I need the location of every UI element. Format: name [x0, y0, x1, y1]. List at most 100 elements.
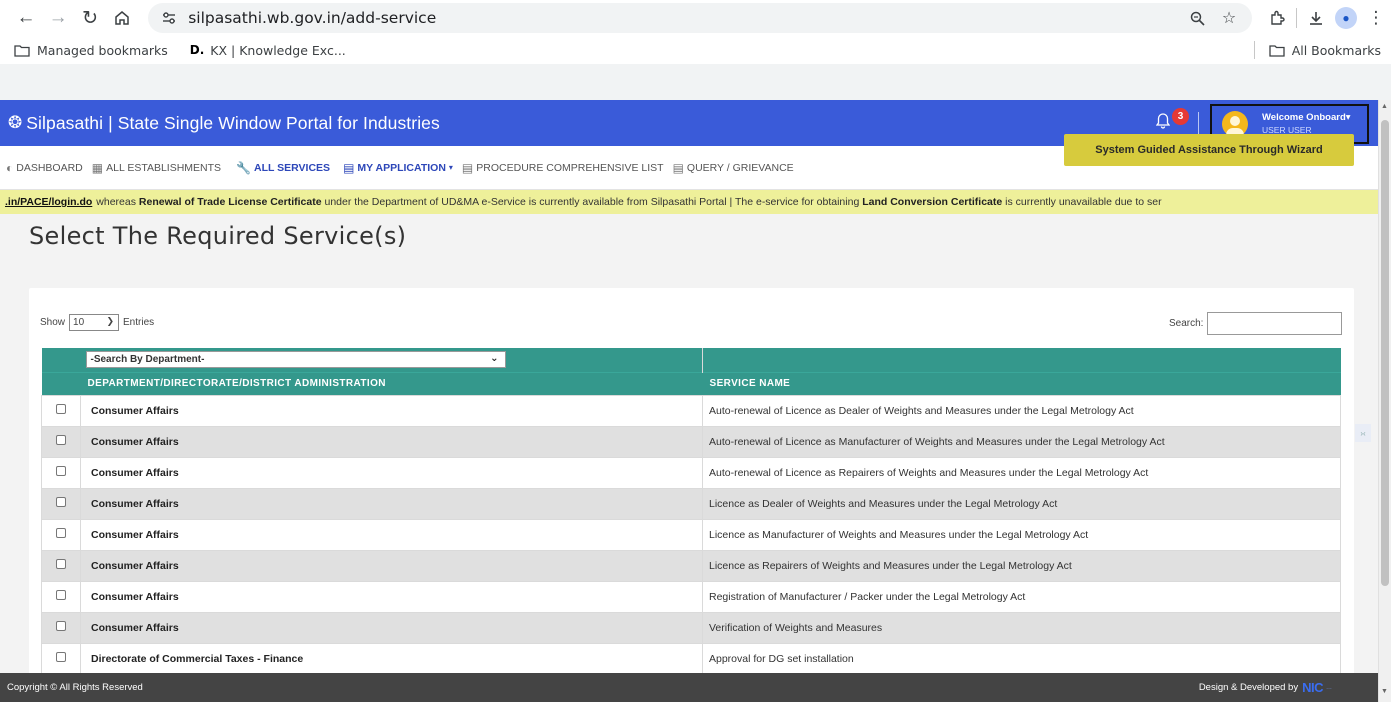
- zoom-icon[interactable]: [1184, 5, 1210, 31]
- bookmark-star-icon[interactable]: ☆: [1216, 5, 1242, 31]
- entries-length-control: Show 10 ❯ Entries: [40, 314, 154, 331]
- scroll-thumb[interactable]: [1381, 120, 1389, 586]
- ticker-text: whereas: [96, 196, 136, 208]
- ticker-bold: Renewal of Trade License Certificate: [138, 196, 322, 208]
- table-row[interactable]: Directorate of Commercial Taxes - Financ…: [41, 642, 1341, 675]
- menu-label: QUERY / GRIEVANCE: [686, 161, 794, 174]
- browser-toolbar: ← → ↻ silpasathi.wb.gov.in/add-service ☆: [0, 0, 1391, 64]
- show-label: Show: [40, 317, 66, 328]
- row-checkbox[interactable]: [56, 435, 66, 445]
- menu-label: MY APPLICATION: [357, 161, 446, 174]
- search-control: Search:: [1169, 312, 1343, 335]
- services-card: Show 10 ❯ Entries Search: -Search By Dep…: [29, 288, 1354, 702]
- service-name-cell: Approval for DG set installation: [702, 642, 1341, 675]
- menu-query-grievance[interactable]: ▤ QUERY / GRIEVANCE: [673, 161, 794, 175]
- url-text[interactable]: silpasathi.wb.gov.in/add-service: [188, 9, 436, 27]
- profile-icon[interactable]: ●: [1331, 3, 1361, 33]
- scroll-up-icon[interactable]: ▲: [1381, 103, 1388, 110]
- scroll-down-icon[interactable]: ▼: [1381, 688, 1388, 695]
- row-checkbox[interactable]: [56, 404, 66, 414]
- filter-cell: -Search By Department- ⌄: [80, 348, 703, 372]
- page-scrollbar[interactable]: ▲ ▼: [1378, 100, 1391, 702]
- entries-select[interactable]: 10 ❯: [69, 314, 120, 331]
- entries-value: 10: [73, 317, 85, 328]
- menu-label: DASHBOARD: [16, 161, 83, 174]
- column-header-department[interactable]: DEPARTMENT/DIRECTORATE/DISTRICT ADMINIST…: [80, 371, 703, 395]
- row-checkbox-cell: [41, 611, 81, 644]
- row-checkbox[interactable]: [56, 621, 66, 631]
- nic-logo[interactable]: NIC: [1302, 680, 1323, 695]
- row-checkbox[interactable]: [56, 590, 66, 600]
- ticker-bold: Land Conversion Certificate: [862, 196, 1003, 208]
- row-checkbox-cell: [41, 456, 81, 489]
- document-icon: ▤: [343, 160, 355, 175]
- row-checkbox-cell: [41, 580, 81, 613]
- table-row[interactable]: Consumer Affairs Auto-renewal of Licence …: [41, 425, 1341, 458]
- department-cell: Consumer Affairs: [80, 518, 703, 551]
- row-checkbox[interactable]: [56, 652, 66, 662]
- menu-all-establishments[interactable]: ▦ ALL ESTABLISHMENTS: [92, 161, 221, 175]
- more-menu-icon[interactable]: ⋮: [1361, 3, 1391, 33]
- page-viewport: ❂ Silpasathi | State Single Window Porta…: [0, 100, 1378, 702]
- row-checkbox-cell: [41, 487, 81, 520]
- forward-icon[interactable]: →: [44, 3, 72, 33]
- speedometer-icon: ◐: [6, 160, 14, 175]
- notification-badge[interactable]: 3: [1172, 108, 1189, 125]
- table-row[interactable]: Consumer Affairs Licence as Dealer of Wei…: [41, 487, 1341, 520]
- table-row[interactable]: Consumer Affairs Auto-renewal of Licence …: [41, 394, 1341, 427]
- service-name-cell: Licence as Manufacturer of Weights and M…: [702, 518, 1341, 551]
- row-checkbox-cell: [41, 518, 81, 551]
- toolbar-divider: [1296, 8, 1297, 28]
- row-checkbox[interactable]: [56, 528, 66, 538]
- department-filter-select[interactable]: -Search By Department- ⌄: [85, 351, 506, 369]
- entries-label: Entries: [123, 317, 155, 328]
- table-row[interactable]: Consumer Affairs Auto-renewal of Licence …: [41, 456, 1341, 489]
- table-row[interactable]: Consumer Affairs Registration of Manufact…: [41, 580, 1341, 613]
- extensions-icon[interactable]: [1262, 3, 1292, 33]
- menu-label: ALL ESTABLISHMENTS: [106, 161, 222, 174]
- app-title[interactable]: Silpasathi | State Single Window Portal …: [26, 113, 440, 134]
- table-row[interactable]: Consumer Affairs Verification of Weights …: [41, 611, 1341, 644]
- filter-cell-empty: [41, 348, 81, 372]
- department-cell: Consumer Affairs: [80, 549, 703, 582]
- bookmark-kx[interactable]: D. KX | Knowledge Exc...: [190, 43, 346, 58]
- row-checkbox[interactable]: [56, 559, 66, 569]
- menu-my-application[interactable]: ▤ MY APPLICATION ▾: [343, 161, 453, 175]
- menu-procedure-list[interactable]: ▤ PROCEDURE COMPREHENSIVE LIST: [462, 161, 664, 175]
- column-header-service[interactable]: SERVICE NAME: [702, 371, 1341, 395]
- service-name-cell: Auto-renewal of Licence as Dealer of Wei…: [702, 394, 1341, 427]
- address-bar[interactable]: silpasathi.wb.gov.in/add-service ☆: [148, 3, 1252, 33]
- list-icon: ▤: [672, 160, 684, 175]
- table-row[interactable]: Consumer Affairs Licence as Manufacturer …: [41, 518, 1341, 551]
- welcome-text: Welcome Onboard: [1262, 112, 1346, 123]
- side-handle-icon[interactable]: ›‹: [1355, 424, 1371, 442]
- all-bookmarks[interactable]: All Bookmarks: [1269, 43, 1381, 58]
- search-label: Search:: [1169, 318, 1204, 329]
- bookmark-label: Managed bookmarks: [37, 42, 168, 58]
- menu-all-services[interactable]: 🔧 ALL SERVICES: [236, 161, 330, 175]
- kx-logo: D.: [189, 43, 205, 57]
- site-settings-icon[interactable]: [158, 7, 180, 29]
- department-cell: Consumer Affairs: [80, 580, 703, 613]
- folder-icon: [14, 43, 30, 57]
- back-icon[interactable]: ←: [12, 3, 40, 33]
- ticker-link[interactable]: .in/PACE/login.do: [5, 196, 92, 208]
- menu-dashboard[interactable]: ◐ DASHBOARD: [6, 161, 83, 175]
- header-checkbox-cell: [41, 371, 81, 395]
- row-checkbox[interactable]: [56, 497, 66, 507]
- service-name-cell: Verification of Weights and Measures: [702, 611, 1341, 644]
- menu-label: PROCEDURE COMPREHENSIVE LIST: [476, 161, 664, 174]
- download-icon[interactable]: [1301, 3, 1331, 33]
- announcement-ticker: .in/PACE/login.do whereas Renewal of Tra…: [0, 190, 1378, 214]
- search-input[interactable]: [1207, 312, 1343, 335]
- reload-icon[interactable]: ↻: [76, 3, 104, 33]
- folder-icon: [1269, 43, 1285, 57]
- home-icon[interactable]: [108, 3, 136, 33]
- wizard-button[interactable]: System Guided Assistance Through Wizard: [1064, 134, 1354, 166]
- chevron-down-icon: ❯: [106, 316, 115, 326]
- row-checkbox[interactable]: [56, 466, 66, 476]
- table-row[interactable]: Consumer Affairs Licence as Repairers of …: [41, 549, 1341, 582]
- bookmark-managed[interactable]: Managed bookmarks: [14, 43, 168, 58]
- caret-down-icon: ▾: [448, 163, 453, 172]
- silpasathi-logo-icon: ❂: [8, 113, 23, 132]
